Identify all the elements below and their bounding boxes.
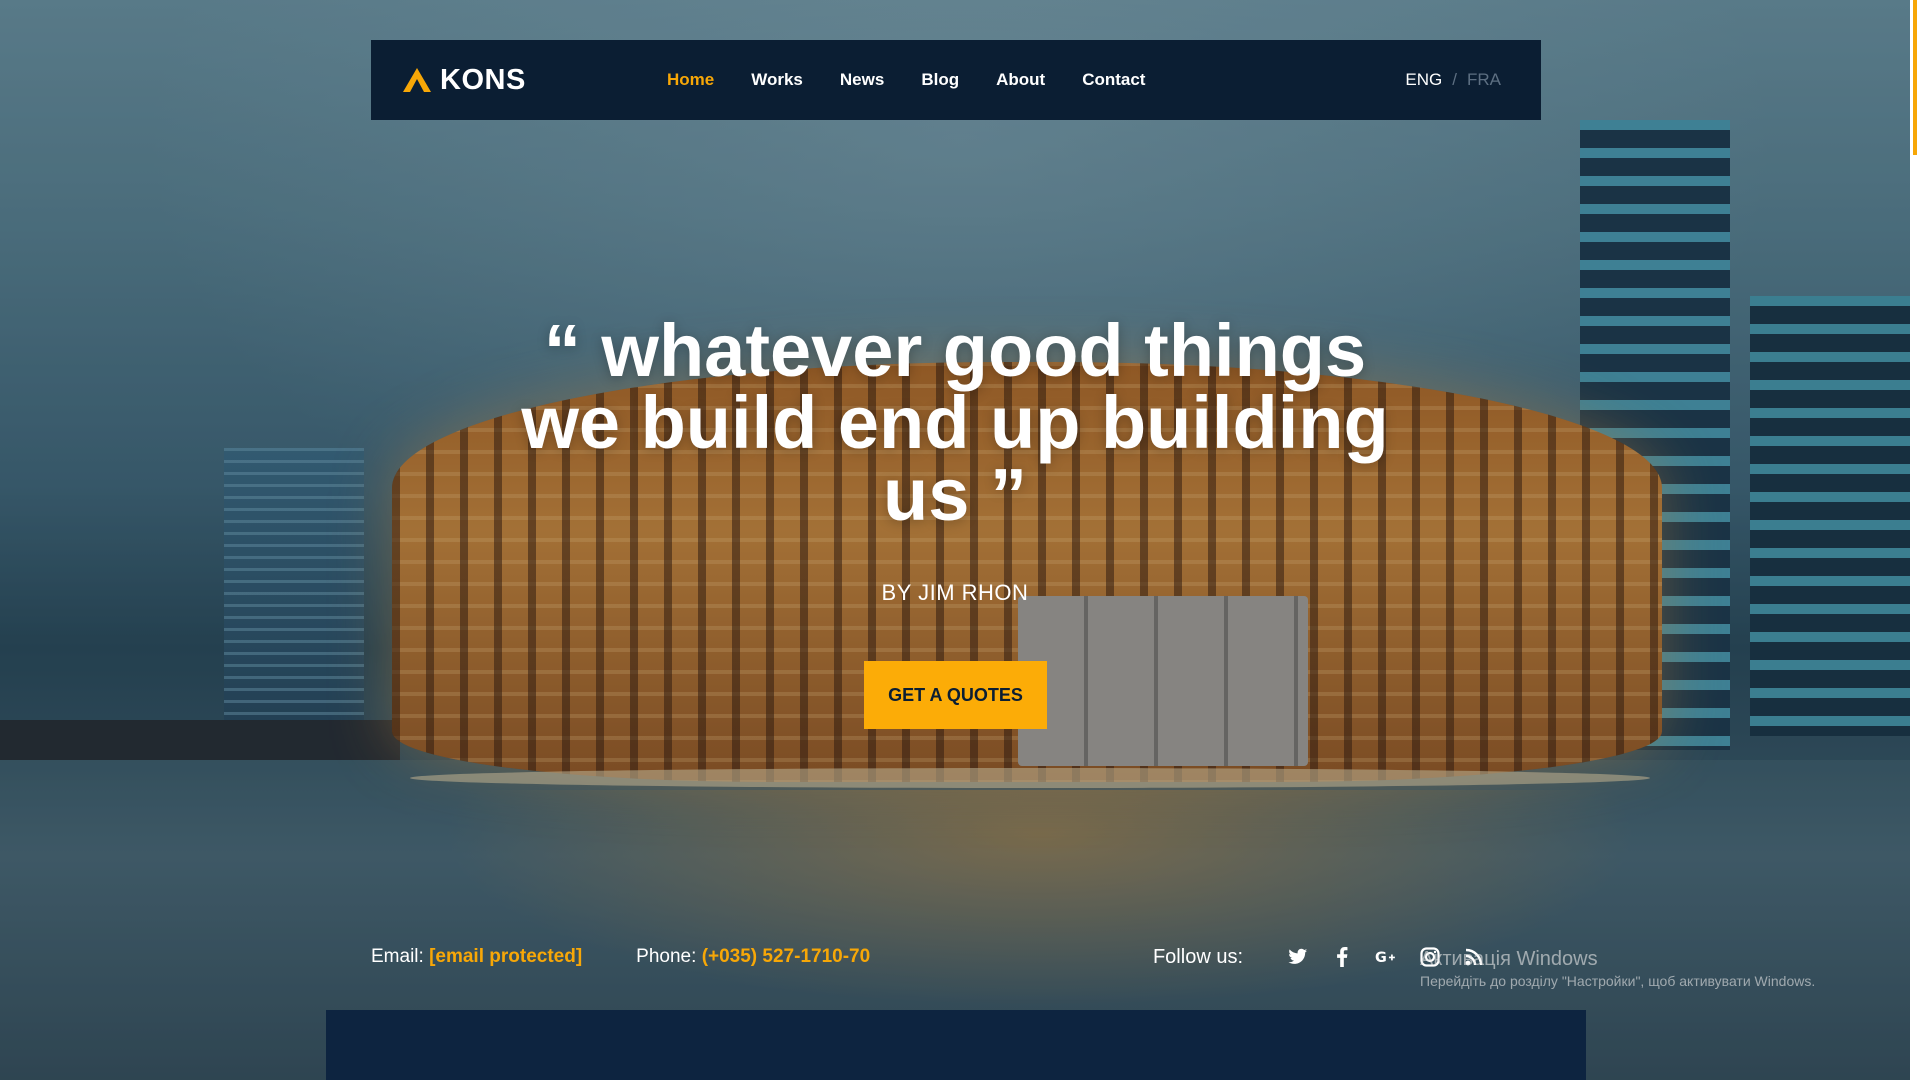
phone-link[interactable]: (+035) 527-1710-70 (702, 946, 871, 967)
lang-eng[interactable]: ENG (1405, 70, 1442, 90)
watermark-title: Активація Windows (1420, 948, 1598, 970)
page-scrollbar[interactable] (1910, 0, 1920, 1080)
hero-quote: “ whatever good things we build end up b… (521, 309, 1389, 536)
lang-fra[interactable]: FRA (1467, 70, 1501, 90)
follow-label: Follow us: (1152, 945, 1243, 968)
svg-text:G: G (1375, 950, 1387, 966)
google-plus-icon[interactable]: G (1375, 946, 1397, 968)
logo[interactable]: KONS (402, 64, 602, 97)
email-link[interactable]: [email protected] (429, 946, 582, 967)
nav-item-news[interactable]: News (840, 70, 884, 90)
nav-item-contact[interactable]: Contact (1082, 70, 1145, 90)
next-section-panel (326, 1010, 1586, 1080)
language-switcher: ENG / FRA (1405, 70, 1501, 90)
contact-row: Email: [email protected] Phone: (+035) 5… (371, 942, 1541, 972)
facebook-icon[interactable] (1331, 946, 1353, 968)
logo-icon (403, 68, 431, 92)
nav-item-home[interactable]: Home (667, 70, 714, 90)
site-header: KONS Home Works News Blog About Contact … (371, 40, 1541, 120)
windows-activation-watermark: Активація Windows Перейдіть до розділу "… (1420, 948, 1880, 989)
lang-separator: / (1452, 70, 1457, 89)
hero-author: BY JIM RHON (881, 580, 1029, 605)
hero-background (0, 0, 1920, 1080)
watermark-subtitle: Перейдіть до розділу "Настройки", щоб ак… (1420, 973, 1816, 989)
nav-item-about[interactable]: About (996, 70, 1045, 90)
nav-item-works[interactable]: Works (751, 70, 803, 90)
logo-text: KONS (440, 63, 526, 96)
phone-label: Phone: (636, 946, 697, 967)
email-label: Email: (371, 946, 424, 967)
main-nav: Home Works News Blog About Contact (667, 70, 1182, 90)
nav-item-blog[interactable]: Blog (921, 70, 959, 90)
get-quotes-button[interactable]: GET A QUOTES (864, 661, 1047, 729)
email-info: Email: [email protected] (371, 946, 582, 968)
scrollbar-thumb[interactable] (1913, 0, 1917, 155)
twitter-icon[interactable] (1287, 946, 1309, 968)
overlay (0, 0, 1920, 1080)
phone-info: Phone: (+035) 527-1710-70 (636, 946, 870, 968)
